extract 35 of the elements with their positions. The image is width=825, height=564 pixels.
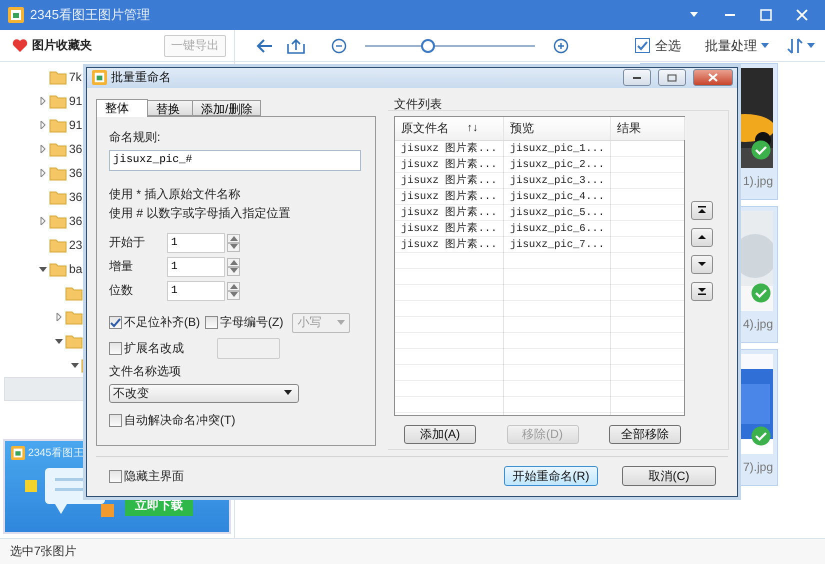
spinner-label: 增量 — [109, 258, 134, 276]
hide-main-label: 隐藏主界面 — [124, 468, 184, 485]
window-title: 2345看图王图片管理 — [30, 6, 151, 24]
table-cell-text: jisuxz_pic_3... — [509, 174, 606, 189]
dialog-title: 批量重命名 — [111, 69, 172, 86]
ad-title: 2345看图王 — [28, 446, 84, 460]
option-label: 字母编号(Z) — [220, 314, 284, 332]
table-cell-text: jisuxz_pic_1... — [509, 142, 606, 157]
option-label: 不足位补齐(B) — [124, 314, 200, 332]
spinner-label: 开始于 — [109, 234, 146, 252]
table-cell-text: jisuxz 图片素... — [400, 173, 498, 189]
table-cell-text: jisuxz 图片素... — [400, 237, 498, 253]
table-cell-text: jisuxz_pic_2... — [509, 158, 606, 173]
table-cell-text: jisuxz 图片素... — [400, 157, 498, 173]
hint-text: 使用 # 以数字或字母插入指定位置 — [109, 204, 292, 222]
file-name: 7).jpg — [742, 460, 773, 474]
table-cell-text: jisuxz 图片素... — [400, 141, 498, 157]
file-list-title: 文件列表 — [394, 96, 443, 110]
status-text: 选中7张图片 — [10, 543, 77, 560]
file-name: 4).jpg — [742, 317, 773, 331]
table-cell-text: jisuxz 图片素... — [400, 221, 498, 237]
auto-resolve-label: 自动解决命名冲突(T) — [124, 412, 236, 430]
table-cell-text: jisuxz 图片素... — [400, 205, 498, 221]
table-cell-text: jisuxz 图片素... — [400, 189, 498, 205]
hint-text: 使用 * 插入原始文件名称 — [109, 186, 242, 203]
table-cell-text: jisuxz_pic_6... — [509, 222, 606, 237]
select-all-label: 全选 — [655, 36, 681, 54]
table-cell-text: jisuxz_pic_4... — [509, 190, 606, 205]
file-name: 1).jpg — [742, 174, 773, 188]
spinner-label: 位数 — [109, 282, 134, 300]
extension-label: 扩展名改成 — [124, 340, 184, 358]
table-cell-text: jisuxz_pic_5... — [509, 206, 606, 221]
table-cell-text: jisuxz_pic_7... — [509, 238, 606, 253]
rule-label: 命名规则: — [109, 128, 162, 146]
name-option-label: 文件名称选项 — [109, 362, 182, 380]
